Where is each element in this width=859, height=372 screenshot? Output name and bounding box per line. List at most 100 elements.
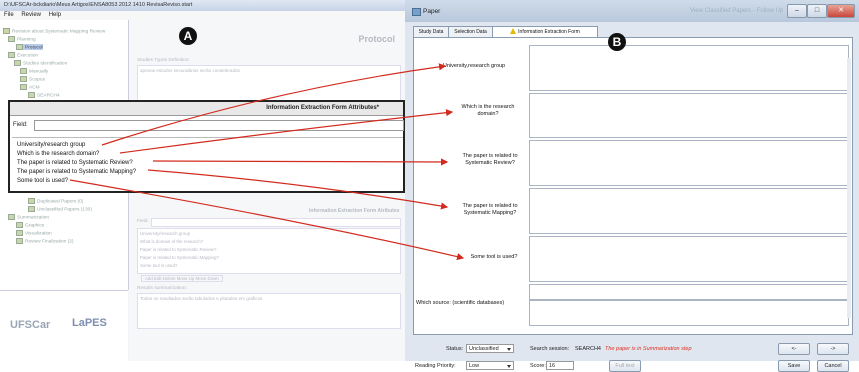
reading-priority-select[interactable]: Low [466,361,514,370]
status-label: Status: [446,346,464,352]
logos-area: UFSCar LaPES [0,290,128,362]
window-b-title: Paper [423,8,441,15]
question-label-systematic-review: The paper is related to Systematic Revie… [462,153,518,166]
status-select[interactable]: Unclassified [466,344,514,353]
tree-item-duplicated[interactable]: Duplicated Papers (0) [28,198,83,204]
studies-type-textarea[interactable]: apenas estudos secundários serão conside… [137,65,401,101]
answer-box-domain[interactable] [529,93,849,138]
ufscar-logo: UFSCar [10,319,51,331]
lapes-logo: LaPES [72,317,107,329]
document-icon [16,238,23,244]
window-b-titlebar: Paper View Classified Papers - Follow Up… [405,0,859,22]
window-b: Paper View Classified Papers - Follow Up… [405,0,859,372]
search-session-label: Search session: [530,346,570,352]
attributes-field-input[interactable] [34,120,404,131]
badge-b: B [608,33,626,51]
question-label-tool: Some tool is used? [470,254,518,260]
document-icon [28,198,35,204]
tab-selection-data[interactable]: Selection Data [448,26,493,37]
attributes-dialog-title: Information Extraction Form Attributes* [266,105,379,111]
attributes-dialog: Information Extraction Form Attributes* … [8,100,405,193]
reading-priority-label: Reading Priority: [415,363,456,369]
menu-help[interactable]: Help [49,12,61,18]
extraction-form-panel: University,research group Which is the r… [413,37,853,335]
folder-icon [8,52,15,58]
answer-box-systematic-mapping[interactable] [529,188,849,234]
folder-icon [14,60,21,66]
tree-item-summarization[interactable]: Summarization [8,214,49,220]
score-label: Score: [530,363,546,369]
results-textarea[interactable]: Todos os resultados serão tabulados e pl… [137,293,401,329]
cancel-button[interactable]: Cancel [817,360,849,372]
chart-icon [16,222,23,228]
faint-button-row[interactable]: Add Edit Delete Move Up Move Down [141,275,223,282]
database-icon [20,76,27,82]
results-label: Results summarization: [137,286,187,291]
tree-item-studies-identification[interactable]: Studies Identification [14,60,67,66]
folder-icon [8,36,15,42]
tree-item-manually[interactable]: Manually [20,68,48,74]
chevron-down-icon [507,365,511,368]
answer-box-systematic-review[interactable] [529,140,849,186]
window-a-titlebar: D:\UFSCAr-bckdiario\Meus Artigos\ENSA805… [0,0,405,11]
tree-item-root[interactable]: Revision about Systematic Mapping Review [3,28,105,34]
chart-icon [16,230,23,236]
save-button[interactable]: Save [778,360,810,372]
tree-item-planning[interactable]: Planning [8,36,36,42]
bottom-bar: Status: Unclassified Reading Priority: L… [413,335,851,372]
minimize-button[interactable]: – [787,4,807,18]
summarization-note: The paper is in Summarization step [605,346,692,352]
question-label-systematic-mapping: The paper is related to Systematic Mappi… [462,203,518,216]
attribute-item-tool[interactable]: Some tool is used? [17,178,68,184]
attribute-item-university[interactable]: University/research group [17,142,85,148]
ief-faint-heading: Information Extraction Form Atributes [309,208,400,214]
database-icon [20,84,27,90]
attribute-item-domain[interactable]: Which is the research domain? [17,151,99,157]
background-window-title: View Classified Papers - Follow Up [690,8,784,14]
answer-box-source[interactable] [529,300,849,326]
previous-button[interactable]: <- [778,343,810,355]
attributes-list: University/research group Which is the r… [12,137,403,192]
tree-item-graphics[interactable]: Graphics [16,222,44,228]
score-field[interactable]: 16 [546,361,574,370]
field-faint-input[interactable] [151,218,401,227]
attribute-item-systematic-mapping[interactable]: The paper is related to Systematic Mappi… [17,169,136,175]
maximize-button[interactable]: □ [807,4,827,18]
menu-review[interactable]: Review [21,12,41,18]
app-icon [412,8,421,16]
attributes-faint-list[interactable]: University/research group What is domain… [137,228,401,274]
close-button[interactable]: ✕ [827,4,855,18]
field-faint-label: Field: [137,219,149,224]
studies-type-label: Studies Types Definition: [137,58,190,63]
tree-item-execution[interactable]: Execution [8,52,38,58]
question-label-source: Which source: (scientific databases) [416,300,505,306]
next-button[interactable]: -> [817,343,849,355]
tree-item-acm[interactable]: ACM [20,84,40,90]
tree-item-scopus[interactable]: Scopus [20,76,45,82]
search-session-value: SEARCH4 [575,346,601,352]
protocol-heading: Protocol [358,34,395,44]
tree-item-search4[interactable]: SEARCH4 [28,92,60,98]
folder-icon [8,214,15,220]
answer-box-tool[interactable] [529,236,849,282]
attributes-field-label: Field: [13,122,28,128]
menu-file[interactable]: File [4,12,14,18]
answer-box-university[interactable] [529,45,849,91]
full-text-button[interactable]: Full text [609,360,641,372]
tab-study-data[interactable]: Study Data [413,26,449,37]
badge-a: A [179,27,197,45]
tree-item-review-finalization[interactable]: Review Finalization (2) [16,238,74,244]
panel-scrollbar[interactable] [847,58,851,318]
search-icon [28,92,35,98]
tree-item-unclassified[interactable]: Unclassified Papers (130) [28,206,92,212]
tree-item-visualization[interactable]: Visualization [16,230,52,236]
answer-box-extra[interactable] [529,284,849,300]
attributes-dialog-header: Information Extraction Form Attributes* [10,102,403,116]
question-label-university: University,research group [442,63,506,69]
database-icon [20,68,27,74]
document-icon [16,44,23,50]
question-label-domain: Which is the research domain? [461,104,515,117]
tree-item-protocol[interactable]: Protocol [16,44,43,51]
chevron-down-icon [507,348,511,351]
attribute-item-systematic-review[interactable]: The paper is related to Systematic Revie… [17,160,133,166]
